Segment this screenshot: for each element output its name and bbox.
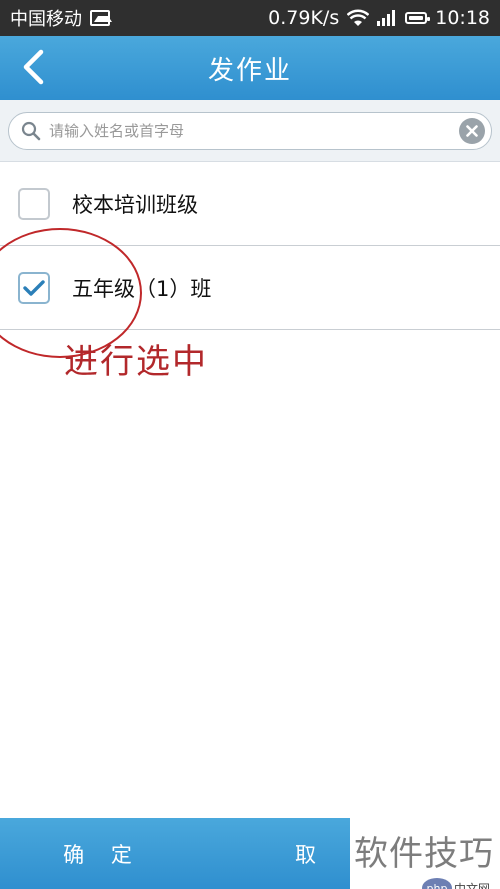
annotation-text: 进行选中 [64,342,208,382]
close-icon [466,124,478,137]
list-item[interactable]: 五年级（1）班 [0,246,500,330]
chevron-left-icon [23,49,44,85]
search-icon [21,121,41,140]
battery-icon [405,12,431,24]
list-item[interactable]: 校本培训班级 [0,162,500,246]
page-title: 发作业 [207,55,292,86]
status-left: 中国移动 [10,5,112,31]
title-bar: 发作业 [0,36,500,100]
network-speed: 0.79K/s [268,7,340,29]
checkbox-checked[interactable] [18,271,50,304]
confirm-button[interactable]: 确 定 [0,818,205,889]
search-input[interactable] [41,115,459,146]
search-box [8,111,492,150]
list-item-label: 校本培训班级 [72,192,198,217]
class-list: 校本培训班级 五年级（1）班 [0,162,500,330]
status-right: 0.79K/s 10:18 [268,7,490,29]
clear-search-button[interactable] [459,117,485,144]
checkmark-icon [23,279,45,296]
checkbox-unchecked[interactable] [18,187,50,220]
image-icon [90,10,112,26]
clock: 10:18 [435,7,490,29]
carrier-label: 中国移动 [10,9,82,30]
search-bar [0,100,500,162]
cancel-button[interactable]: 取 [205,818,500,889]
bottom-action-bar: 确 定 取 [0,818,500,889]
signal-icon [377,10,396,26]
status-bar: 中国移动 0.79K/s 10:18 [0,0,500,36]
back-button[interactable] [10,44,56,90]
wifi-icon [347,9,370,26]
list-item-label: 五年级（1）班 [72,276,212,301]
